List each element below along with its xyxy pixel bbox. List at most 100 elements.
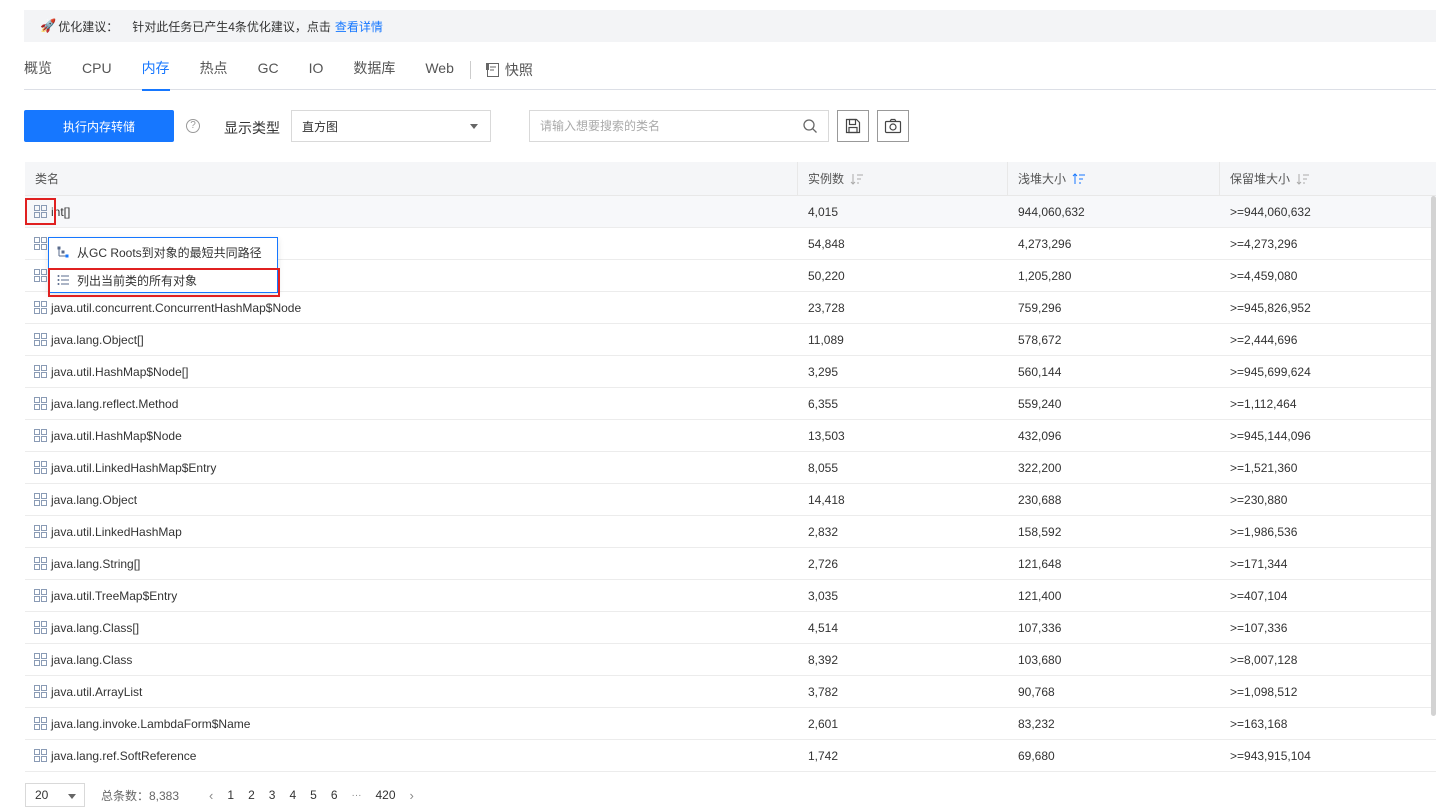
table-row[interactable]: java.util.LinkedHashMap$Entry 8,055 322,20…: [25, 452, 1436, 484]
menu-item-list-objects[interactable]: 列出当前类的所有对象: [49, 266, 277, 294]
tab-hotspot[interactable]: 热点: [200, 50, 228, 90]
class-icon[interactable]: [34, 205, 47, 218]
page-list: ‹ 1 2 3 4 5 6 ··· 420 ›: [209, 788, 414, 803]
tab-memory[interactable]: 内存: [141, 50, 170, 91]
cell-retained-heap: >=4,273,296: [1230, 236, 1298, 251]
class-icon[interactable]: [34, 365, 47, 378]
class-icon[interactable]: [34, 685, 47, 698]
cell-instances: 14,418: [808, 492, 845, 507]
cell-instances: 4,514: [808, 620, 839, 635]
table-row[interactable]: java.lang.Class[] 4,514 107,336 >=107,336: [25, 612, 1436, 644]
rocket-icon: 🚀: [40, 18, 57, 33]
menu-item-gc-roots-path[interactable]: 从GC Roots到对象的最短共同路径: [49, 238, 277, 266]
page-ellipsis[interactable]: ···: [352, 790, 362, 801]
tab-gc[interactable]: GC: [258, 50, 279, 90]
cell-retained-heap: >=944,060,632: [1230, 204, 1311, 219]
class-icon[interactable]: [34, 653, 47, 666]
tab-divider: [469, 60, 471, 79]
cell-class-name: java.lang.reflect.Method: [25, 397, 798, 411]
class-icon[interactable]: [34, 493, 47, 506]
camera-icon: [884, 118, 902, 134]
cell-class-name: java.lang.ref.SoftReference: [25, 749, 798, 763]
cell-instances: 2,601: [808, 716, 839, 731]
snapshot-camera-button[interactable]: [877, 110, 909, 142]
sort-icon[interactable]: [850, 173, 864, 185]
view-details-link[interactable]: 查看详情: [335, 18, 383, 35]
class-icon[interactable]: [34, 269, 47, 282]
vertical-scrollbar[interactable]: [1431, 196, 1436, 716]
table-row[interactable]: java.lang.String[] 2,726 121,648 >=171,344: [25, 548, 1436, 580]
cell-class-name: java.lang.Object: [25, 493, 798, 507]
class-icon[interactable]: [34, 749, 47, 762]
table-row[interactable]: java.lang.Object 14,418 230,688 >=230,880: [25, 484, 1436, 516]
table-row[interactable]: int[] 4,015 944,060,632 >=944,060,632: [25, 196, 1436, 228]
tab-overview[interactable]: 概览: [24, 50, 52, 90]
tab-cpu[interactable]: CPU: [82, 50, 112, 90]
page-last[interactable]: 420: [376, 788, 396, 802]
table-row[interactable]: java.util.HashMap$Node 13,503 432,096 >=945…: [25, 420, 1436, 452]
cell-class-name: java.util.HashMap$Node[]: [25, 365, 798, 379]
table-row[interactable]: java.lang.invoke.LambdaForm$Name 2,601 83,…: [25, 708, 1436, 740]
class-icon[interactable]: [34, 621, 47, 634]
class-icon[interactable]: [34, 429, 47, 442]
table-row[interactable]: java.util.TreeMap$Entry 3,035 121,400 >=407…: [25, 580, 1436, 612]
search-icon[interactable]: [802, 118, 818, 134]
cell-shallow-heap: 83,232: [1018, 716, 1055, 731]
tab-web[interactable]: Web: [425, 50, 454, 90]
page-1[interactable]: 1: [227, 788, 234, 802]
class-icon[interactable]: [34, 525, 47, 538]
cell-class-name: java.util.LinkedHashMap: [25, 525, 798, 539]
cell-shallow-heap: 1,205,280: [1018, 268, 1072, 283]
page-5[interactable]: 5: [310, 788, 317, 802]
sort-active-icon[interactable]: [1072, 172, 1086, 185]
cell-shallow-heap: 944,060,632: [1018, 204, 1085, 219]
cell-instances: 11,089: [808, 332, 844, 347]
table-row[interactable]: java.util.HashMap$Node[] 3,295 560,144 >=94…: [25, 356, 1436, 388]
class-icon[interactable]: [34, 301, 47, 314]
table-row[interactable]: java.util.concurrent.ConcurrentHashMap$N…: [25, 292, 1436, 324]
next-page-icon[interactable]: ›: [410, 788, 414, 803]
cell-retained-heap: >=945,144,096: [1230, 428, 1311, 443]
banner-label: 优化建议：: [58, 19, 119, 34]
class-icon[interactable]: [34, 461, 47, 474]
class-icon[interactable]: [34, 589, 47, 602]
prev-page-icon[interactable]: ‹: [209, 788, 213, 803]
sort-icon[interactable]: [1296, 173, 1310, 185]
page-size-select[interactable]: 20: [25, 783, 85, 807]
table-row[interactable]: java.util.LinkedHashMap 2,832 158,592 >=1,9…: [25, 516, 1436, 548]
optimization-banner: 🚀 优化建议： 针对此任务已产生4条优化建议，点击 查看详情: [24, 10, 1436, 42]
page-6[interactable]: 6: [331, 788, 338, 802]
save-button[interactable]: [837, 110, 869, 142]
tab-io[interactable]: IO: [309, 50, 324, 90]
cell-retained-heap: >=407,104: [1230, 588, 1288, 603]
class-icon[interactable]: [34, 397, 47, 410]
page-4[interactable]: 4: [289, 788, 296, 802]
help-icon[interactable]: ?: [186, 119, 200, 133]
cell-retained-heap: >=107,336: [1230, 620, 1288, 635]
table-row[interactable]: java.lang.Class 8,392 103,680 >=8,007,128: [25, 644, 1436, 676]
header-shallow-heap[interactable]: 浅堆大小: [1008, 162, 1220, 195]
page-2[interactable]: 2: [248, 788, 255, 802]
cell-retained-heap: >=1,986,536: [1230, 524, 1298, 539]
memory-dump-button[interactable]: 执行内存转储: [24, 110, 174, 142]
class-search-input[interactable]: [530, 111, 790, 141]
table-row[interactable]: java.lang.Object[] 11,089 578,672 >=2,444,6…: [25, 324, 1436, 356]
display-type-label: 显示类型: [224, 120, 280, 136]
display-type-select[interactable]: 直方图: [291, 110, 491, 142]
cell-retained-heap: >=945,699,624: [1230, 364, 1311, 379]
class-icon[interactable]: [34, 333, 47, 346]
tab-database[interactable]: 数据库: [353, 50, 395, 90]
total-count: 总条数：8,383: [101, 788, 180, 803]
page-3[interactable]: 3: [269, 788, 276, 802]
table-row[interactable]: java.lang.ref.SoftReference 1,742 69,680 >=…: [25, 740, 1436, 772]
class-icon[interactable]: [34, 557, 47, 570]
class-icon[interactable]: [34, 717, 47, 730]
table-row[interactable]: java.lang.reflect.Method 6,355 559,240 >=1,…: [25, 388, 1436, 420]
class-icon[interactable]: [34, 237, 47, 250]
header-retained-heap[interactable]: 保留堆大小: [1220, 162, 1436, 195]
header-instances[interactable]: 实例数: [798, 162, 1008, 195]
cell-instances: 2,726: [808, 556, 839, 571]
cell-shallow-heap: 121,648: [1018, 556, 1062, 571]
tab-snapshot[interactable]: 快照: [485, 60, 533, 80]
table-row[interactable]: java.util.ArrayList 3,782 90,768 >=1,098,51…: [25, 676, 1436, 708]
